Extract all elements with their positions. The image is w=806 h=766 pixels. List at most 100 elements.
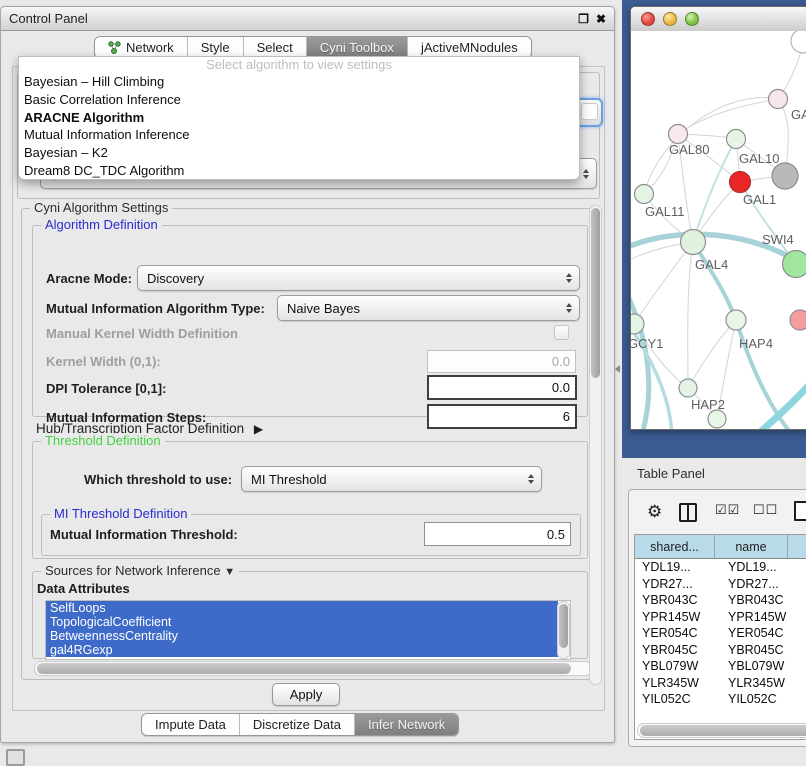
dpi-tolerance-label: DPI Tolerance [0,1]: — [46, 381, 166, 396]
close-traffic-light-icon[interactable] — [641, 12, 655, 26]
table-row[interactable]: YER054CYER054C8. — [635, 625, 806, 642]
tab-label: Impute Data — [155, 717, 226, 732]
scrollbar-thumb[interactable] — [591, 208, 600, 378]
network-canvas[interactable]: GAL GAL80 GAL10 GAL1 GAL11 SWI4 GAL4 GCY… — [631, 31, 806, 429]
list-item[interactable]: TopologicalCoefficient — [46, 615, 558, 629]
node-label: GAL80 — [669, 142, 709, 157]
node-label: SWI4 — [762, 232, 794, 247]
cyni-algorithm-settings-group: Cyni Algorithm Settings Algorithm Defini… — [21, 208, 597, 680]
settings-vertical-scrollbar[interactable] — [589, 205, 602, 685]
table-row[interactable]: YBR045CYBR045C9. — [635, 642, 806, 659]
gear-icon[interactable]: ⚙ — [647, 502, 662, 522]
combobox-button — [581, 103, 598, 120]
tab-label: Network — [126, 40, 174, 55]
group-title: Algorithm Definition — [41, 217, 162, 232]
expand-down-icon[interactable]: ▼ — [224, 566, 235, 578]
table-row[interactable]: YPR145WYPR145W9. — [635, 609, 806, 626]
aracne-mode-combobox[interactable]: Discovery — [137, 265, 580, 291]
table-row[interactable]: YBL079WYBL079W — [635, 658, 806, 675]
table-panel-title: Table Panel — [637, 466, 705, 481]
algorithm-dropdown-popup: Select algorithm to view settings Bayesi… — [18, 56, 580, 180]
window-title: Control Panel — [1, 11, 88, 26]
list-vertical-scrollbar[interactable] — [557, 601, 570, 659]
node-label: HAP2 — [691, 397, 725, 412]
manual-kernel-checkbox[interactable] — [554, 325, 569, 340]
tab-infer-network[interactable]: Infer Network — [354, 714, 458, 735]
dropdown-option[interactable]: Bayesian – Hill Climbing — [19, 73, 579, 91]
tab-network[interactable]: Network — [95, 37, 187, 58]
table-row[interactable]: YLR345WYLR345W9. — [635, 675, 806, 692]
group-title: Threshold Definition — [41, 433, 165, 448]
node-label: GAL1 — [743, 192, 776, 207]
minimized-panel-icon[interactable] — [6, 749, 25, 766]
mi-threshold-field[interactable]: 0.5 — [424, 522, 571, 546]
dpi-tolerance-field[interactable]: 0.0 — [427, 375, 577, 400]
column-header[interactable]: shared... — [635, 535, 715, 558]
tab-jactivemnodules[interactable]: jActiveMNodules — [407, 37, 531, 58]
deselect-all-checkboxes-icon[interactable]: ☐☐ — [753, 502, 778, 518]
list-item[interactable]: gal4RGexp — [46, 643, 558, 657]
tab-style[interactable]: Style — [187, 37, 243, 58]
dropdown-option[interactable]: Basic Correlation Inference — [19, 91, 579, 109]
dropdown-option[interactable]: Bayesian – K2 — [19, 144, 579, 162]
data-attributes-list[interactable]: SelfLoops TopologicalCoefficient Between… — [45, 600, 571, 660]
list-item[interactable]: BetweennessCentrality — [46, 629, 558, 643]
table-row[interactable]: YDL19...YDL19...13 — [635, 559, 806, 576]
minimize-traffic-light-icon[interactable] — [663, 12, 677, 26]
apply-button[interactable]: Apply — [272, 683, 340, 706]
group-title: MI Threshold Definition — [50, 506, 191, 521]
mi-threshold-definition-group: MI Threshold Definition Mutual Informati… — [41, 514, 581, 556]
dropdown-option[interactable]: Dream8 DC_TDC Algorithm — [19, 161, 579, 179]
dropdown-option-selected[interactable]: ARACNE Algorithm — [19, 108, 579, 126]
tab-discretize-data[interactable]: Discretize Data — [239, 714, 354, 735]
mi-steps-field[interactable]: 6 — [427, 404, 577, 429]
tab-select[interactable]: Select — [243, 37, 306, 58]
splitter-arrow-icon[interactable] — [615, 365, 620, 373]
mi-threshold-label: Mutual Information Threshold: — [50, 527, 238, 542]
columns-icon-divider — [687, 505, 689, 520]
table-horizontal-scrollbar[interactable] — [637, 723, 806, 738]
zoom-traffic-light-icon[interactable] — [685, 12, 699, 26]
which-threshold-value: MI Threshold — [251, 472, 327, 487]
aracne-mode-value: Discovery — [147, 271, 204, 286]
node-label: HAP4 — [739, 336, 773, 351]
kernel-width-field[interactable]: 0.0 — [427, 350, 576, 373]
table-row[interactable]: YIL052CYIL052C9 — [635, 691, 806, 708]
dropdown-option[interactable]: Mutual Information Inference — [19, 126, 579, 144]
scrollbar-thumb[interactable] — [559, 604, 568, 648]
dropdown-placeholder: Select algorithm to view settings — [19, 57, 579, 73]
columns-icon[interactable] — [679, 503, 697, 522]
expand-right-icon[interactable]: ▶ — [254, 422, 263, 436]
which-threshold-combobox[interactable]: MI Threshold — [241, 466, 542, 492]
new-file-icon[interactable] — [794, 501, 806, 521]
tab-impute-data[interactable]: Impute Data — [142, 714, 239, 735]
control-panel-titlebar[interactable]: Control Panel ❐ ✖ — [1, 7, 614, 31]
table-row[interactable]: YBR043CYBR043C — [635, 592, 806, 609]
sources-toggle[interactable]: Sources for Network Inference ▼ — [41, 563, 239, 578]
aracne-mode-label: Aracne Mode: — [46, 271, 132, 286]
cyni-bottom-tab-bar: Impute Data Discretize Data Infer Networ… — [141, 713, 459, 736]
list-item[interactable]: SelfLoops — [46, 601, 558, 615]
dpi-tolerance-value: 0.0 — [552, 380, 570, 395]
algorithm-definition-group: Algorithm Definition Aracne Mode: Discov… — [32, 225, 588, 417]
tab-cyni-toolbox[interactable]: Cyni Toolbox — [306, 37, 407, 58]
network-tab-icon — [108, 41, 121, 54]
column-header[interactable]: A — [788, 535, 806, 558]
mi-algorithm-type-combobox[interactable]: Naive Bayes — [277, 295, 580, 321]
select-all-checkboxes-icon[interactable]: ☑☑ — [715, 502, 740, 518]
manual-kernel-label: Manual Kernel Width Definition — [46, 326, 238, 341]
network-window-titlebar[interactable] — [631, 7, 806, 32]
node-label: GAL10 — [739, 151, 779, 166]
table-row[interactable]: YDR27...YDR27...12 — [635, 576, 806, 593]
node-label: GAL11 — [645, 204, 685, 219]
scrollbar-thumb[interactable] — [640, 725, 806, 736]
column-header[interactable]: name — [715, 535, 788, 558]
tab-label: Infer Network — [368, 717, 445, 732]
scrollbar-thumb[interactable] — [37, 663, 571, 674]
settings-horizontal-scrollbar[interactable] — [34, 661, 592, 676]
table-panel-window: ⚙ ☑☑ ☐☐ shared... name A YDL19...YDL19..… — [628, 489, 806, 747]
float-window-icon[interactable]: ❐ — [578, 12, 589, 26]
node-table[interactable]: shared... name A YDL19...YDL19...13 YDR2… — [634, 534, 806, 740]
apply-button-label: Apply — [290, 687, 323, 702]
close-window-icon[interactable]: ✖ — [596, 12, 606, 26]
